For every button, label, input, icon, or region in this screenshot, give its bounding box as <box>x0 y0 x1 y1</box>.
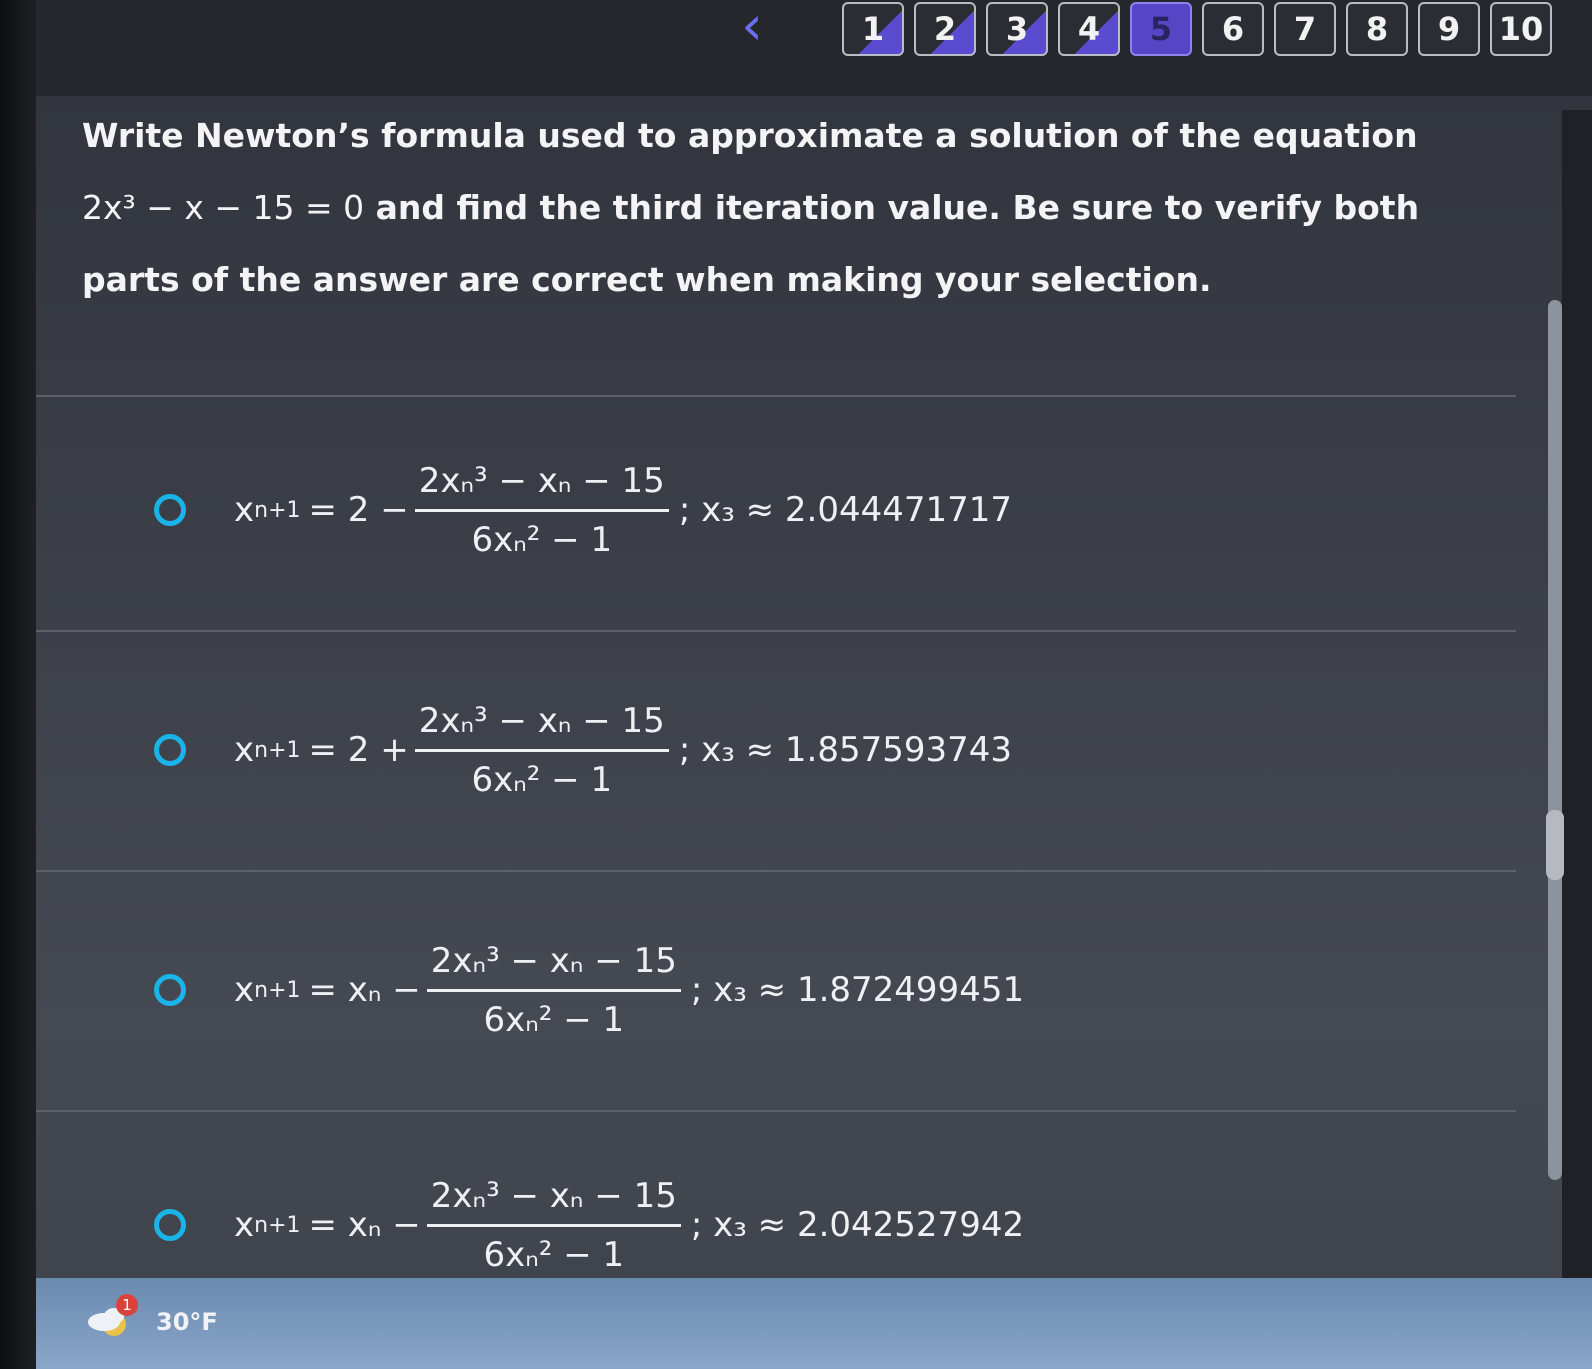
page-button-5[interactable]: 5 <box>1130 2 1192 56</box>
weather-temperature[interactable]: 30°F <box>156 1308 218 1336</box>
option-formula: x n+1 = xₙ − 2xₙ³ − xₙ − 15 6xₙ² − 1 ; x₃… <box>234 941 1024 1040</box>
formula-rhs-prefix: = 2 − <box>308 490 409 530</box>
fraction-denominator: 6xₙ² − 1 <box>471 519 613 560</box>
fraction-numerator: 2xₙ³ − xₙ − 15 <box>426 1176 681 1227</box>
formula-fraction: 2xₙ³ − xₙ − 15 6xₙ² − 1 <box>414 461 669 560</box>
formula-rhs-prefix: = 2 + <box>308 730 409 770</box>
question-nav-bar: ‹ 1 2 3 4 5 6 7 8 9 10 <box>36 0 1592 96</box>
formula-lhs-subscript: n+1 <box>254 737 301 763</box>
screen-bezel <box>0 0 36 1369</box>
option-divider <box>36 630 1516 632</box>
formula-rhs-prefix: = xₙ − <box>308 970 421 1010</box>
page-button-8[interactable]: 8 <box>1346 2 1408 56</box>
formula-fraction: 2xₙ³ − xₙ − 15 6xₙ² − 1 <box>426 1176 681 1275</box>
fraction-numerator: 2xₙ³ − xₙ − 15 <box>414 701 669 752</box>
radio-button[interactable] <box>154 974 186 1006</box>
formula-fraction: 2xₙ³ − xₙ − 15 6xₙ² − 1 <box>414 701 669 800</box>
radio-button[interactable] <box>154 734 186 766</box>
formula-lhs-subscript: n+1 <box>254 1212 301 1238</box>
page-button-3[interactable]: 3 <box>986 2 1048 56</box>
answer-option-c[interactable]: x n+1 = xₙ − 2xₙ³ − xₙ − 15 6xₙ² − 1 ; x₃… <box>154 890 1454 1090</box>
chevron-left-icon: ‹ <box>741 0 763 57</box>
page-button-9[interactable]: 9 <box>1418 2 1480 56</box>
formula-lhs: x <box>234 970 255 1010</box>
formula-lhs-subscript: n+1 <box>254 977 301 1003</box>
option-formula: x n+1 = 2 + 2xₙ³ − xₙ − 15 6xₙ² − 1 ; x₃ … <box>234 701 1012 800</box>
fraction-denominator: 6xₙ² − 1 <box>483 1234 625 1275</box>
scrollbar-thumb[interactable] <box>1546 810 1564 880</box>
fraction-denominator: 6xₙ² − 1 <box>483 999 625 1040</box>
answer-option-b[interactable]: x n+1 = 2 + 2xₙ³ − xₙ − 15 6xₙ² − 1 ; x₃ … <box>154 650 1454 850</box>
formula-rhs-prefix: = xₙ − <box>308 1205 421 1245</box>
page-button-6[interactable]: 6 <box>1202 2 1264 56</box>
iteration-answer: ; x₃ ≈ 1.857593743 <box>678 730 1013 770</box>
notification-badge: 1 <box>116 1294 138 1316</box>
option-formula: x n+1 = 2 − 2xₙ³ − xₙ − 15 6xₙ² − 1 ; x₃ … <box>234 461 1012 560</box>
taskbar: 1 30°F <box>36 1278 1592 1369</box>
formula-lhs: x <box>234 490 255 530</box>
radio-button[interactable] <box>154 494 186 526</box>
back-button[interactable]: ‹ <box>722 0 782 57</box>
page-button-2[interactable]: 2 <box>914 2 976 56</box>
app-screen: ‹ 1 2 3 4 5 6 7 8 9 10 Write Newton’s fo… <box>36 0 1592 1369</box>
question-text-part1: Write Newton’s formula used to approxima… <box>82 116 1418 155</box>
radio-button[interactable] <box>154 1209 186 1241</box>
question-pagination: 1 2 3 4 5 6 7 8 9 10 <box>842 2 1552 56</box>
formula-fraction: 2xₙ³ − xₙ − 15 6xₙ² − 1 <box>426 941 681 1040</box>
option-divider <box>36 1110 1516 1112</box>
page-button-7[interactable]: 7 <box>1274 2 1336 56</box>
formula-lhs-subscript: n+1 <box>254 497 301 523</box>
question-prompt: Write Newton’s formula used to approxima… <box>82 100 1482 316</box>
iteration-answer: ; x₃ ≈ 2.044471717 <box>678 490 1013 530</box>
iteration-answer: ; x₃ ≈ 1.872499451 <box>690 970 1025 1010</box>
formula-lhs: x <box>234 730 255 770</box>
question-equation: 2x³ − x − 15 = 0 <box>82 188 365 227</box>
formula-lhs: x <box>234 1205 255 1245</box>
iteration-answer: ; x₃ ≈ 2.042527942 <box>690 1205 1025 1245</box>
page-button-10[interactable]: 10 <box>1490 2 1552 56</box>
page-button-1[interactable]: 1 <box>842 2 904 56</box>
fraction-numerator: 2xₙ³ − xₙ − 15 <box>426 941 681 992</box>
fraction-numerator: 2xₙ³ − xₙ − 15 <box>414 461 669 512</box>
answer-option-a[interactable]: x n+1 = 2 − 2xₙ³ − xₙ − 15 6xₙ² − 1 ; x₃ … <box>154 410 1454 610</box>
page-button-4[interactable]: 4 <box>1058 2 1120 56</box>
option-formula: x n+1 = xₙ − 2xₙ³ − xₙ − 15 6xₙ² − 1 ; x₃… <box>234 1176 1024 1275</box>
option-divider <box>36 395 1516 397</box>
fraction-denominator: 6xₙ² − 1 <box>471 759 613 800</box>
option-divider <box>36 870 1516 872</box>
scrollbar-track[interactable] <box>1548 300 1562 1180</box>
page-edge <box>1562 110 1592 1369</box>
